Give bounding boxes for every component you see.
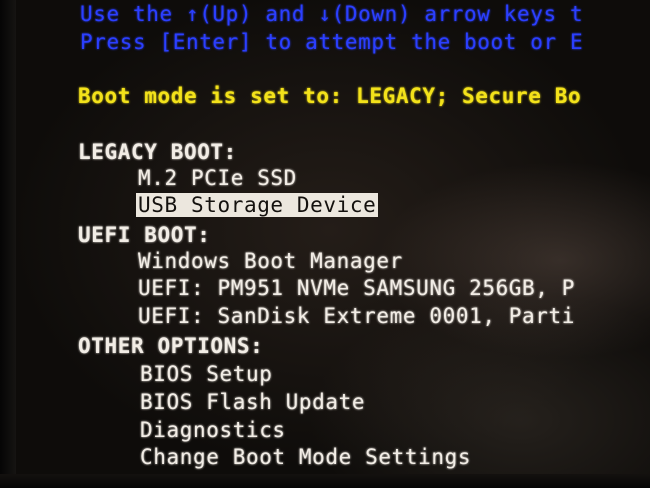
uefi-boot-header: UEFI BOOT:: [78, 223, 211, 247]
option-diagnostics[interactable]: Diagnostics: [140, 418, 286, 442]
option-change-boot-mode-settings[interactable]: Change Boot Mode Settings: [140, 445, 471, 469]
boot-menu-screen: Use the ↑(Up) and ↓(Down) arrow keys t P…: [0, 0, 650, 488]
instruction-line-2: Press [Enter] to attempt the boot or E: [80, 30, 584, 54]
boot-option-m2-pcie-ssd[interactable]: M.2 PCIe SSD: [138, 166, 297, 190]
legacy-boot-header: LEGACY BOOT:: [78, 140, 237, 164]
option-bios-flash-update[interactable]: BIOS Flash Update: [140, 390, 365, 414]
boot-option-uefi-samsung-nvme[interactable]: UEFI: PM951 NVMe SAMSUNG 256GB, P: [138, 276, 575, 300]
option-bios-setup[interactable]: BIOS Setup: [140, 362, 272, 386]
boot-option-windows-boot-manager[interactable]: Windows Boot Manager: [138, 249, 403, 273]
boot-option-uefi-sandisk[interactable]: UEFI: SanDisk Extreme 0001, Parti: [138, 304, 575, 328]
monitor-bezel-bottom: [0, 474, 650, 488]
boot-mode-status: Boot mode is set to: LEGACY; Secure Bo: [78, 84, 582, 108]
boot-option-usb-storage-selected[interactable]: USB Storage Device: [136, 193, 379, 217]
instruction-line-1: Use the ↑(Up) and ↓(Down) arrow keys t: [80, 2, 584, 26]
monitor-bezel-left: [0, 0, 16, 488]
other-options-header: OTHER OPTIONS:: [78, 334, 264, 358]
